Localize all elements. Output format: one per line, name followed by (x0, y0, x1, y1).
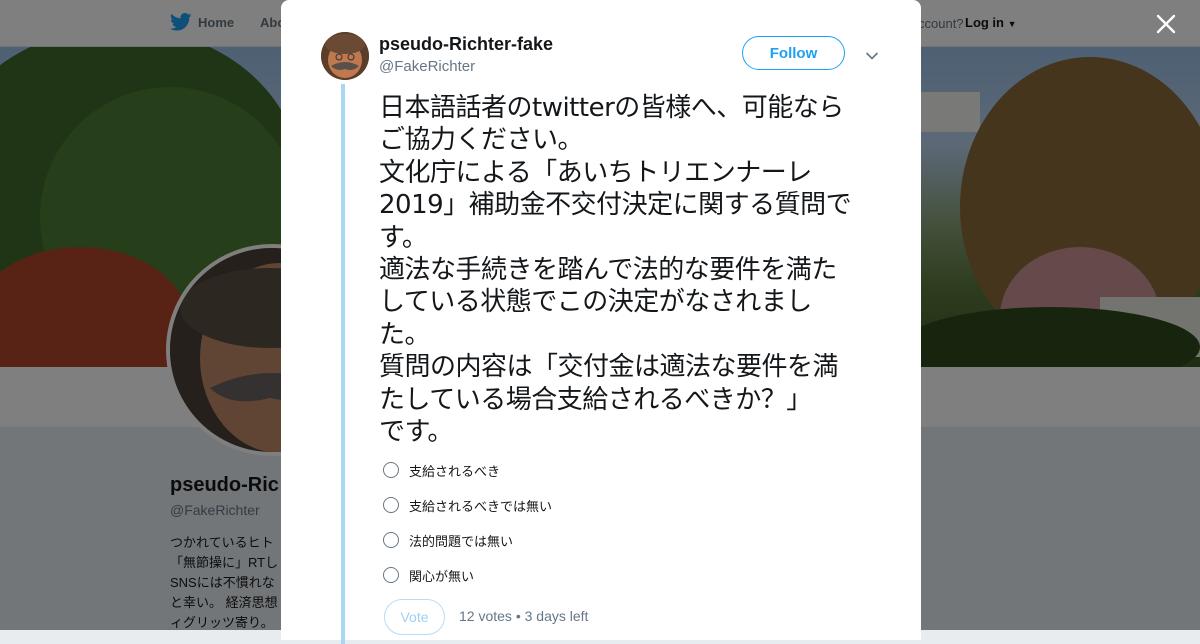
author-handle[interactable]: @FakeRichter (379, 58, 475, 75)
tweet-line: たしている場合支給されるべきか？」 (379, 384, 812, 415)
poll-option-1[interactable]: 支給されるべき (383, 460, 500, 480)
close-icon (1156, 14, 1176, 34)
tweet-line: た。 (379, 319, 431, 350)
close-modal-button[interactable] (1152, 10, 1180, 38)
radio-button[interactable] (383, 462, 399, 478)
poll-option-2[interactable]: 支給されるべきでは無い (383, 495, 552, 515)
tweet-line: 2019」補助金不交付決定に関する質問で (379, 190, 852, 221)
tweet-modal: pseudo-Richter-fake @FakeRichter Follow … (281, 0, 921, 644)
radio-button[interactable] (383, 497, 399, 513)
tweet-line: す。 (379, 222, 428, 253)
tweet-line: 適法な手続きを踏んで法的な要件を満た (379, 255, 837, 286)
tweet-text: 日本語話者のtwitterの皆様へ、可能なら ご協力ください。 文化庁による「あ… (379, 92, 889, 448)
tweet-line: している状態でこの決定がなされまし (379, 287, 812, 318)
chevron-down-icon (865, 52, 879, 60)
author-name[interactable]: pseudo-Richter-fake (379, 34, 553, 55)
tweet-line: 日本語話者のtwitterの皆様へ、可能なら (379, 93, 844, 123)
radio-button[interactable] (383, 567, 399, 583)
poll-option-label: 法的問題では無い (409, 534, 514, 550)
radio-button[interactable] (383, 532, 399, 548)
thread-line (341, 84, 345, 644)
poll-option-3[interactable]: 法的問題では無い (383, 530, 513, 550)
poll-option-label: 関心が無い (409, 569, 475, 585)
poll-meta: 12 votes • 3 days left (459, 608, 589, 624)
poll-option-4[interactable]: 関心が無い (383, 565, 474, 585)
follow-button[interactable]: Follow (742, 36, 845, 70)
poll-option-label: 支給されるべきでは無い (409, 499, 553, 515)
tweet-line: 質問の内容は「交付金は適法な要件を満 (379, 352, 839, 383)
tweet-menu-button[interactable] (865, 48, 879, 60)
tweet-line: 文化庁による「あいちトリエンナーレ (379, 157, 812, 188)
poll-option-label: 支給されるべき (409, 464, 501, 480)
tweet-line: です。 (379, 417, 453, 448)
tweet-line: ご協力ください。 (379, 125, 584, 156)
author-avatar[interactable] (321, 32, 369, 80)
